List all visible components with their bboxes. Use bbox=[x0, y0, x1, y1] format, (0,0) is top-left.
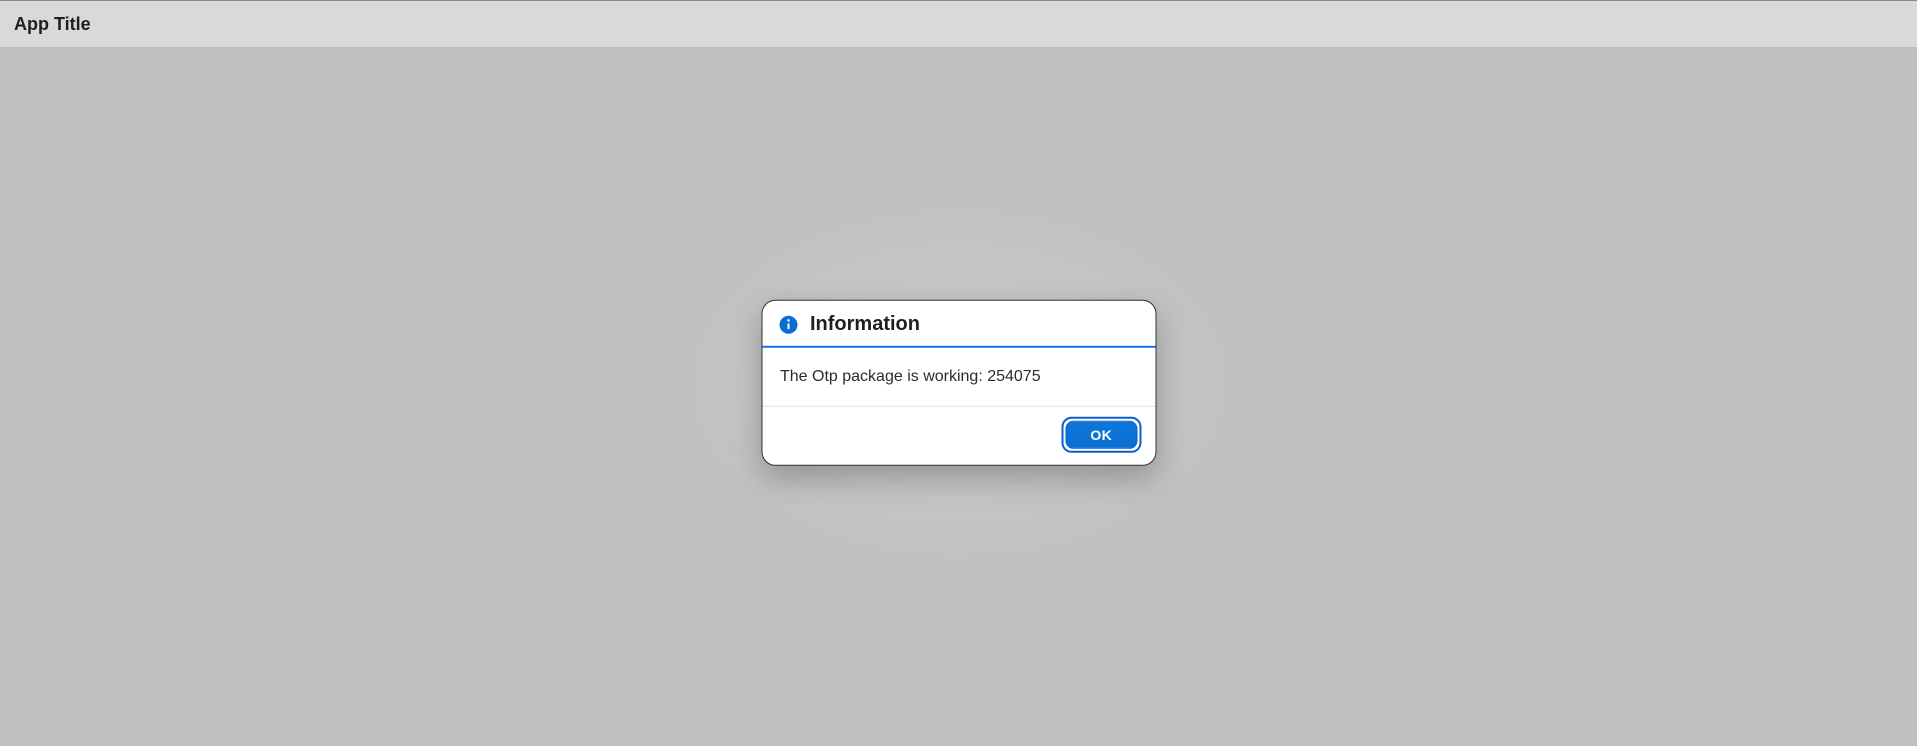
dialog-body: The Otp package is working: 254075 bbox=[762, 348, 1155, 407]
dialog-message: The Otp package is working: 254075 bbox=[780, 366, 1137, 388]
ok-button[interactable]: OK bbox=[1065, 421, 1137, 449]
dialog-footer: OK bbox=[762, 407, 1155, 465]
app-header: App Title bbox=[0, 0, 1917, 48]
content-area: Information The Otp package is working: … bbox=[0, 48, 1917, 746]
dialog-title: Information bbox=[810, 313, 920, 336]
info-icon bbox=[778, 314, 798, 334]
information-dialog: Information The Otp package is working: … bbox=[761, 300, 1156, 466]
app-title: App Title bbox=[14, 14, 91, 35]
dialog-header: Information bbox=[762, 301, 1155, 348]
app-container: App Title Information The Otp package is… bbox=[0, 0, 1917, 746]
ok-button-focus-ring: OK bbox=[1061, 417, 1141, 453]
